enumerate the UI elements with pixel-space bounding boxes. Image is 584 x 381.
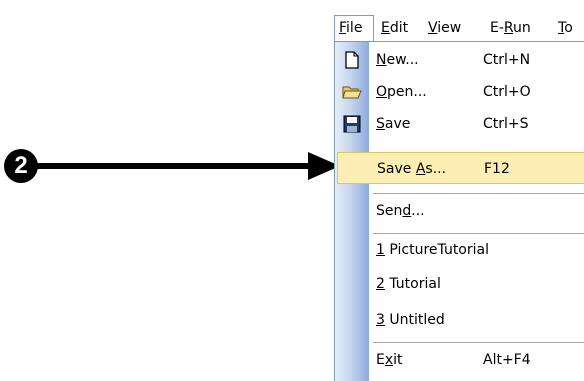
floppy-disk-icon (342, 115, 362, 133)
file-menu-dropdown: New... Ctrl+N Open... Ctrl+O Save Ctrl+S… (334, 41, 584, 381)
menu-file[interactable]: File (334, 15, 374, 42)
menu-item-shortcut: Alt+F4 (483, 352, 531, 368)
menu-item-shortcut: Ctrl+S (483, 116, 529, 132)
menu-item-save-as[interactable]: Save As... F12 (337, 152, 584, 184)
open-folder-icon (342, 83, 362, 101)
menu-tools[interactable]: To (554, 15, 577, 42)
menu-item-recent-2[interactable]: 2 Tutorial (335, 268, 584, 300)
menu-item-exit[interactable]: Exit Alt+F4 (335, 344, 584, 376)
new-document-icon (342, 51, 362, 69)
menu-item-open[interactable]: Open... Ctrl+O (335, 76, 584, 108)
callout-number: 2 (14, 152, 28, 179)
menu-view[interactable]: View (424, 15, 465, 42)
menu-item-recent-3[interactable]: 3 Untitled (335, 304, 584, 336)
menu-edit[interactable]: Edit (377, 15, 412, 42)
menu-item-shortcut: F12 (484, 161, 510, 177)
menu-erun[interactable]: E-Run (486, 15, 535, 42)
menu-item-shortcut: Ctrl+O (483, 84, 531, 100)
callout-arrow-line (30, 163, 310, 169)
menu-item-label: Save As... (377, 161, 447, 177)
menu-item-save[interactable]: Save Ctrl+S (335, 108, 584, 140)
menu-item-label: 2 Tutorial (376, 276, 441, 292)
menu-bar: File Edit View E-Run To (334, 15, 584, 42)
menu-item-recent-1[interactable]: 1 PictureTutorial (335, 234, 584, 266)
menu-item-label: New... (376, 52, 419, 68)
menu-item-label: Save (376, 116, 411, 132)
menu-item-shortcut: Ctrl+N (483, 52, 531, 68)
menu-item-label: 3 Untitled (376, 312, 445, 328)
callout-number-badge: 2 (4, 149, 38, 183)
menu-separator (373, 193, 584, 194)
menu-item-new[interactable]: New... Ctrl+N (335, 44, 584, 76)
menu-item-label: Open... (376, 84, 427, 100)
menu-item-send[interactable]: Send... (335, 195, 584, 227)
menu-item-label: Send... (376, 203, 425, 219)
menu-item-label: 1 PictureTutorial (376, 242, 489, 258)
menu-item-label: Exit (376, 352, 403, 368)
menu-separator (373, 342, 584, 343)
